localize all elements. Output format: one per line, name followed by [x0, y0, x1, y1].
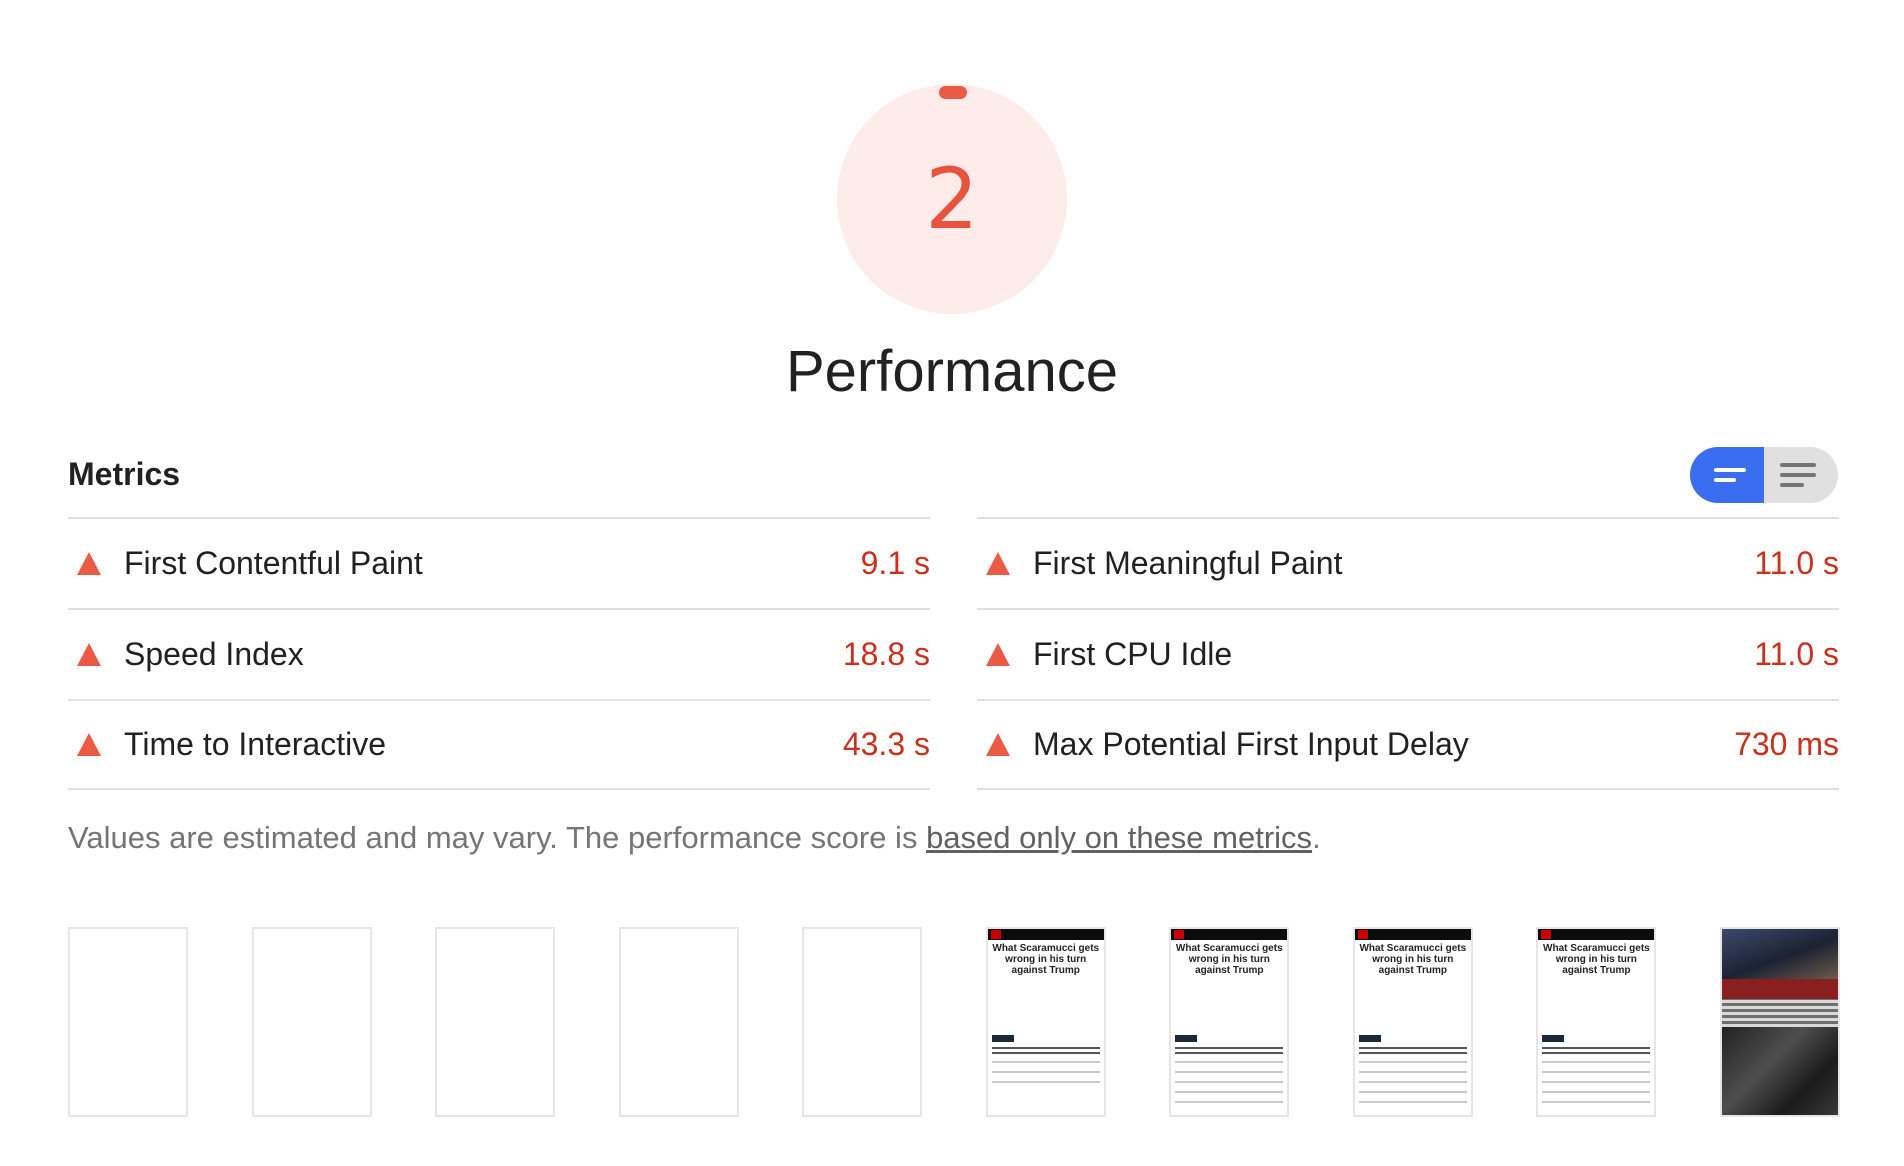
fail-triangle-icon: [77, 733, 101, 756]
cnn-logo-icon: [1357, 930, 1368, 939]
metric-speed-index: Speed Index 18.8 s: [68, 608, 930, 699]
filmstrip-frame-photo: [1719, 927, 1840, 1117]
fail-triangle-icon: [77, 552, 101, 575]
metric-value: 18.8 s: [842, 636, 930, 672]
metric-max-potential-fid: Max Potential First Input Delay 730 ms: [977, 699, 1839, 790]
frame-photo-bottom: [1721, 1027, 1838, 1115]
scoring-docs-link[interactable]: based only on these metrics: [926, 820, 1312, 855]
metric-first-cpu-idle: First CPU Idle 11.0 s: [977, 608, 1839, 699]
fail-triangle-icon: [986, 552, 1010, 575]
metric-label: First CPU Idle: [1033, 636, 1233, 672]
filmstrip-frame-article: What Scaramucci gets wrong in his turn a…: [1352, 927, 1473, 1117]
metric-value: 730 ms: [1734, 726, 1839, 762]
metric-label: Speed Index: [124, 636, 304, 672]
fail-triangle-icon: [986, 733, 1010, 756]
frame-photo-top: [1721, 929, 1838, 979]
metrics-footnote: Values are estimated and may vary. The p…: [68, 820, 1321, 856]
performance-gauge: 2: [837, 84, 1067, 314]
frame-headline: What Scaramucci gets wrong in his turn a…: [1175, 943, 1283, 976]
filmstrip-frame-article: What Scaramucci gets wrong in his turn a…: [985, 927, 1106, 1117]
filmstrip-frame-blank: [802, 927, 923, 1117]
metrics-heading: Metrics: [68, 456, 181, 492]
cnn-logo-icon: [1541, 930, 1552, 939]
metric-value: 43.3 s: [842, 726, 930, 762]
metric-time-to-interactive: Time to Interactive 43.3 s: [68, 699, 930, 790]
footnote-text: Values are estimated and may vary. The p…: [68, 820, 927, 855]
metric-label: Time to Interactive: [124, 726, 387, 762]
frame-headline: What Scaramucci gets wrong in his turn a…: [1543, 943, 1650, 976]
metrics-view-toggle[interactable]: [1690, 447, 1838, 503]
metric-value: 11.0 s: [1754, 545, 1839, 581]
gauge-background: 2: [837, 84, 1067, 314]
compact-view-icon[interactable]: [1690, 447, 1764, 503]
filmstrip-frame-blank: [618, 927, 739, 1117]
footnote-period: .: [1312, 820, 1321, 855]
filmstrip-frame-blank: [435, 927, 556, 1117]
metric-label: First Contentful Paint: [124, 545, 423, 581]
filmstrip-frame-blank: [251, 927, 372, 1117]
filmstrip-frame-blank: [68, 927, 188, 1117]
performance-score: 2: [925, 150, 979, 248]
metric-label: First Meaningful Paint: [1033, 545, 1343, 581]
frame-headline: What Scaramucci gets wrong in his turn a…: [992, 943, 1100, 976]
filmstrip-frame-article: What Scaramucci gets wrong in his turn a…: [1536, 927, 1657, 1117]
metric-first-meaningful-paint: First Meaningful Paint 11.0 s: [977, 517, 1839, 608]
frame-headline: What Scaramucci gets wrong in his turn a…: [1359, 943, 1467, 976]
cnn-logo-icon: [1174, 930, 1185, 939]
metric-value: 11.0 s: [1754, 636, 1839, 672]
category-title: Performance: [785, 339, 1119, 404]
metric-label: Max Potential First Input Delay: [1033, 726, 1469, 762]
filmstrip: What Scaramucci gets wrong in his turn a…: [68, 927, 1840, 1119]
fail-triangle-icon: [77, 643, 101, 666]
fail-triangle-icon: [986, 643, 1010, 666]
metric-first-contentful-paint: First Contentful Paint 9.1 s: [68, 517, 930, 608]
filmstrip-frame-article: What Scaramucci gets wrong in his turn a…: [1169, 927, 1290, 1117]
metric-value: 9.1 s: [860, 545, 930, 581]
cnn-logo-icon: [990, 930, 1001, 939]
expanded-view-icon[interactable]: [1764, 447, 1838, 503]
metrics-list: First Contentful Paint 9.1 s First Meani…: [68, 517, 1839, 790]
